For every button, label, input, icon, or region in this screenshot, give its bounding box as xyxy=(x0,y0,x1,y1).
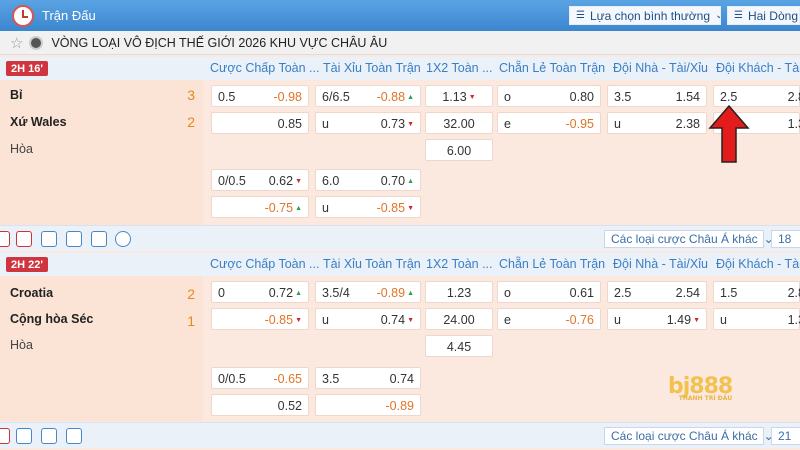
odds-cell[interactable]: 0.85 xyxy=(211,112,309,134)
away-team: Cộng hòa Séc xyxy=(10,312,94,326)
col-home-ou: Đội Nhà - Tài/Xỉu xyxy=(613,257,708,271)
stats-icon[interactable] xyxy=(66,231,82,247)
col-handicap: Cược Chấp Toàn ... xyxy=(210,61,320,75)
col-away-ou: Đội Khách - Tài/ xyxy=(716,257,800,271)
match-time-badge: 2H 16' xyxy=(6,61,48,76)
draw-label: Hòa xyxy=(10,142,33,156)
match-block: 2H 22' Cược Chấp Toàn ... Tài Xỉu Toàn T… xyxy=(0,253,800,450)
page-title: Trận Đấu xyxy=(42,8,96,23)
odds-cell[interactable]: u 1.49 xyxy=(607,308,707,330)
market-header: 2H 16' Cược Chấp Toàn ... Tài Xỉu Toàn T… xyxy=(0,57,800,80)
more-bets-dropdown[interactable]: Các loại cược Châu Á khác ⌄ xyxy=(604,230,774,248)
away-score: 2 xyxy=(187,114,195,130)
home-score: 2 xyxy=(187,286,195,302)
refresh-icon[interactable] xyxy=(66,428,82,444)
odds-cell[interactable]: 2.5 2.54 xyxy=(607,281,707,303)
top-bar: Trận Đấu ☰ Lựa chọn bình thường ⌄ ☰ Hai … xyxy=(0,0,800,31)
refresh-icon[interactable] xyxy=(91,231,107,247)
odds-cell[interactable]: 3.5 1.54 xyxy=(607,85,707,107)
odds-cell[interactable]: 4.45 xyxy=(425,335,493,357)
match-block: 2H 16' Cược Chấp Toàn ... Tài Xỉu Toàn T… xyxy=(0,57,800,252)
col-over-under: Tài Xỉu Toàn Trận xyxy=(323,257,421,271)
odds-cell[interactable]: e -0.95 xyxy=(497,112,601,134)
col-1x2: 1X2 Toàn ... xyxy=(426,61,493,75)
odds-cell[interactable]: 0.52 xyxy=(211,394,309,416)
odds-cell[interactable]: o 0.80 xyxy=(497,85,601,107)
col-1x2: 1X2 Toàn ... xyxy=(426,257,493,271)
odds-cell[interactable]: o 0.61 xyxy=(497,281,601,303)
home-score: 3 xyxy=(187,87,195,103)
list-icon[interactable] xyxy=(16,428,32,444)
teams-panel: Bỉ 3 Xứ Wales 2 Hòa xyxy=(0,80,203,225)
star-icon[interactable]: ☆ xyxy=(10,34,23,52)
list-icon: ☰ xyxy=(734,10,743,21)
odds-cell[interactable]: 0 0.72 xyxy=(211,281,309,303)
odds-cell[interactable]: e -0.76 xyxy=(497,308,601,330)
bet-count-dropdown[interactable]: 21⌄ xyxy=(771,427,800,445)
league-flag-icon xyxy=(29,35,44,50)
view-mode-select[interactable]: ☰ Lựa chọn bình thường ⌄ xyxy=(569,6,721,25)
odds-cell[interactable]: -0.89 xyxy=(315,394,421,416)
teams-panel: Croatia 2 Cộng hòa Séc 1 Hòa xyxy=(0,276,203,421)
red-arrow-icon xyxy=(708,104,750,163)
col-away-ou: Đội Khách - Tài/ xyxy=(716,61,800,75)
odds-cell[interactable]: 6.00 xyxy=(425,139,493,161)
home-team: Bỉ xyxy=(10,88,23,102)
odds-cell[interactable]: 0/0.5 -0.65 xyxy=(211,367,309,389)
brand-watermark: bj888 THANH TRÍ ĐẦU xyxy=(668,374,733,402)
chevron-down-icon: ⌄ xyxy=(715,10,720,21)
away-team: Xứ Wales xyxy=(10,115,67,129)
live-icon[interactable] xyxy=(0,231,10,247)
odds-cell[interactable]: -0.85 xyxy=(211,308,309,330)
rows-mode-select[interactable]: ☰ Hai Dòng xyxy=(727,6,800,25)
live-icon[interactable] xyxy=(0,428,10,444)
odds-cell[interactable]: u 0.73 xyxy=(315,112,421,134)
odds-cell[interactable]: u -0.85 xyxy=(315,196,421,218)
stats-icon[interactable] xyxy=(41,428,57,444)
history-icon[interactable] xyxy=(115,231,131,247)
match-time-badge: 2H 22' xyxy=(6,257,48,272)
odds-cell[interactable]: 0.5 -0.98 xyxy=(211,85,309,107)
col-home-ou: Đội Nhà - Tài/Xỉu xyxy=(613,61,708,75)
odds-cell[interactable]: 1.52.8 xyxy=(713,281,800,303)
odds-cell[interactable]: 3.5 0.74 xyxy=(315,367,421,389)
league-header: ☆ VÒNG LOẠI VÔ ĐỊCH THẾ GIỚI 2026 KHU VỰ… xyxy=(0,31,800,55)
market-header: 2H 22' Cược Chấp Toàn ... Tài Xỉu Toàn T… xyxy=(0,253,800,276)
odds-cell[interactable]: 6.0 0.70 xyxy=(315,169,421,191)
odds-cell[interactable]: u 0.74 xyxy=(315,308,421,330)
odds-cell[interactable]: 32.00 xyxy=(425,112,493,134)
away-score: 1 xyxy=(187,313,195,329)
field-icon[interactable] xyxy=(16,231,32,247)
col-odd-even: Chẵn Lẻ Toàn Trận xyxy=(499,257,606,271)
home-team: Croatia xyxy=(10,286,54,300)
more-bets-dropdown[interactable]: Các loại cược Châu Á khác ⌄ xyxy=(604,427,774,445)
clock-icon xyxy=(12,4,34,27)
odds-cell[interactable]: 3.5/4 -0.89 xyxy=(315,281,421,303)
odds-cell[interactable]: 0/0.5 0.62 xyxy=(211,169,309,191)
odds-cell[interactable]: 1.23 xyxy=(425,281,493,303)
odds-cell[interactable]: 6/6.5 -0.88 xyxy=(315,85,421,107)
odds-cell[interactable]: u1.3 xyxy=(713,308,800,330)
match-footer: Các loại cược Châu Á khác⌄ 21⌄ xyxy=(0,422,800,448)
list-icon: ☰ xyxy=(576,10,585,21)
bet-count-dropdown[interactable]: 18⌄ xyxy=(771,230,800,248)
col-odd-even: Chẵn Lẻ Toàn Trận xyxy=(499,61,606,75)
league-name: VÒNG LOẠI VÔ ĐỊCH THẾ GIỚI 2026 KHU VỰC … xyxy=(51,35,388,50)
match-footer: Các loại cược Châu Á khác⌄ 18⌄ xyxy=(0,225,800,251)
col-handicap: Cược Chấp Toàn ... xyxy=(210,257,320,271)
odds-cell[interactable]: -0.75 xyxy=(211,196,309,218)
col-over-under: Tài Xỉu Toàn Trận xyxy=(323,61,421,75)
list-icon[interactable] xyxy=(41,231,57,247)
odds-cell[interactable]: u 2.38 xyxy=(607,112,707,134)
odds-cell[interactable]: 1.13 xyxy=(425,85,493,107)
odds-cell[interactable]: 24.00 xyxy=(425,308,493,330)
draw-label: Hòa xyxy=(10,338,33,352)
